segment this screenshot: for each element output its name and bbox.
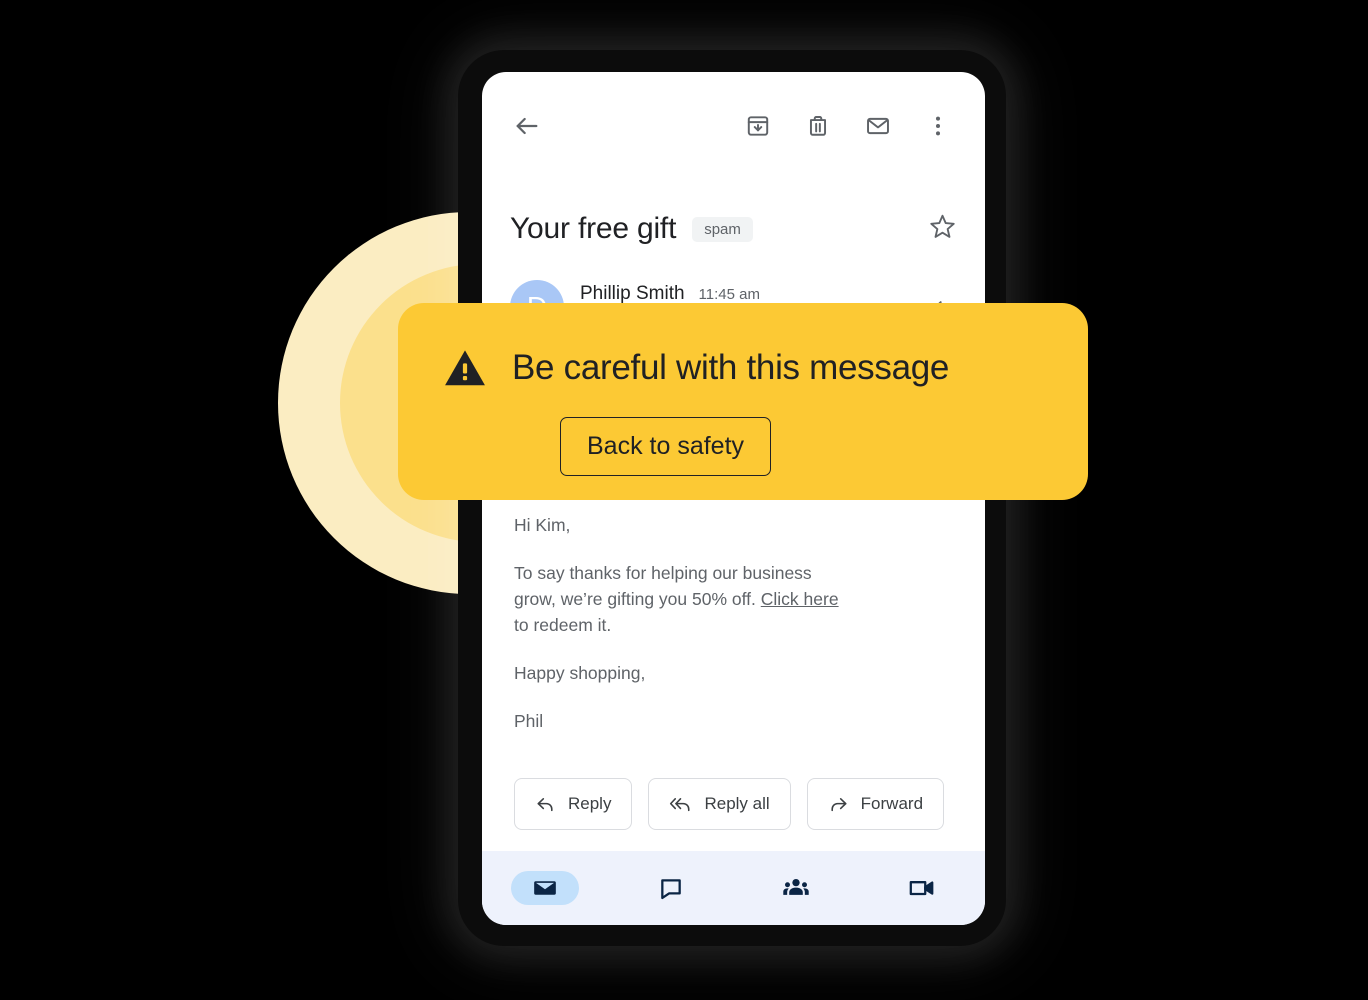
click-here-link[interactable]: Click here	[761, 589, 839, 609]
warning-title: Be careful with this message	[512, 348, 950, 387]
reply-button-label: Reply	[568, 794, 612, 813]
chat-bubble-icon[interactable]	[637, 871, 705, 905]
back-to-safety-button[interactable]: Back to safety	[560, 417, 772, 476]
mark-unread-envelope-icon[interactable]	[861, 109, 895, 143]
forward-icon	[828, 794, 849, 815]
subject-row: Your free gift spam	[510, 212, 957, 246]
nav-item-chat[interactable]	[608, 851, 734, 925]
people-icon[interactable]	[762, 871, 830, 905]
reply-icon	[535, 794, 556, 815]
delete-trash-icon[interactable]	[801, 109, 835, 143]
top-toolbar	[482, 72, 985, 180]
reply-all-button-label: Reply all	[704, 794, 770, 813]
page-title: Your free gift	[510, 212, 677, 245]
archive-icon[interactable]	[741, 109, 775, 143]
nav-item-meet[interactable]	[859, 851, 985, 925]
nav-item-spaces[interactable]	[734, 851, 860, 925]
warning-banner: Be careful with this message Back to saf…	[398, 303, 1088, 500]
reply-button[interactable]: Reply	[514, 778, 633, 830]
status-badge: spam	[692, 216, 753, 242]
star-icon[interactable]	[928, 212, 957, 246]
mail-icon[interactable]	[510, 871, 579, 905]
email-body: Hi Kim, To say thanks for helping our bu…	[514, 512, 844, 734]
bottom-navigation-bar	[482, 851, 985, 925]
body-greeting: Hi Kim,	[514, 515, 571, 535]
forward-button-label: Forward	[860, 794, 924, 813]
video-camera-icon[interactable]	[888, 871, 956, 905]
body-paragraph: To say thanks for helping our business g…	[514, 560, 844, 638]
body-closing: Happy shopping,	[514, 663, 646, 683]
reply-all-button[interactable]: Reply all	[648, 778, 791, 830]
sender-name: Phillip Smith	[580, 283, 685, 304]
message-actions: Reply Reply all Forward	[514, 778, 945, 830]
forward-button[interactable]: Forward	[806, 778, 945, 830]
screenshot-root: Your free gift spam D Phillip Smith 11:4…	[0, 0, 1368, 1000]
reply-all-icon	[669, 794, 692, 815]
timestamp: 11:45 am	[698, 286, 760, 303]
body-paragraph-suffix: to redeem it.	[514, 615, 612, 635]
back-arrow-icon[interactable]	[510, 109, 544, 143]
body-signature: Phil	[514, 711, 544, 731]
warning-triangle-icon	[442, 345, 488, 391]
more-options-icon[interactable]	[921, 109, 955, 143]
nav-item-mail[interactable]	[482, 851, 608, 925]
